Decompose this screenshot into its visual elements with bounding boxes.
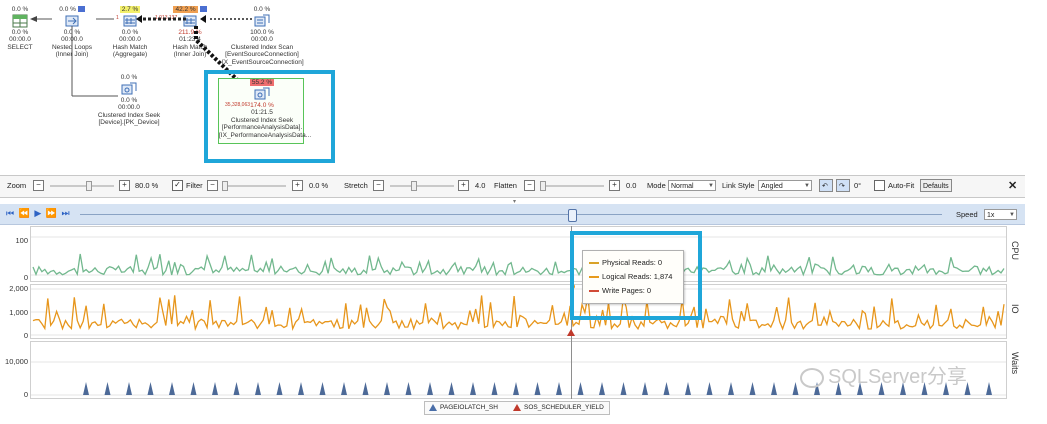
playback-controls: ⏮ ⏪ ▶ ⏩ ⏭	[6, 208, 71, 219]
flatten-slider-thumb[interactable]	[540, 181, 546, 191]
cpu-tick-0: 0	[23, 273, 28, 282]
zoom-label: Zoom	[7, 181, 27, 190]
mode-label: Mode	[647, 181, 666, 190]
write-pages-marker	[567, 329, 575, 336]
filter-minus-button[interactable]: −	[207, 180, 218, 191]
speed-select[interactable]: 1x ▼	[984, 209, 1017, 220]
waits-tick-0: 0	[23, 390, 28, 399]
flatten-value: 0.0	[626, 181, 637, 190]
filter-plus-button[interactable]: +	[292, 180, 303, 191]
mode-select-value: Normal	[671, 183, 694, 190]
zoom-slider-thumb[interactable]	[86, 181, 92, 191]
flatten-label: Flatten	[494, 181, 517, 190]
zoom-slider[interactable]	[50, 185, 114, 187]
cpu-chart-svg	[31, 236, 1006, 277]
zoom-value: 80.0 %	[135, 181, 159, 190]
pageiolatch-legend-icon	[429, 404, 437, 411]
zoom-minus-button[interactable]: −	[33, 180, 44, 191]
last-frame-icon[interactable]: ⏭	[62, 208, 71, 218]
stretch-minus-button[interactable]: −	[373, 180, 384, 191]
rotate-right-icon[interactable]: ↷	[836, 179, 850, 192]
speed-label: Speed	[956, 210, 978, 219]
link-style-select[interactable]: Angled ▼	[758, 180, 812, 191]
filter-label: Filter	[186, 181, 203, 190]
io-tick-0: 0	[23, 331, 28, 340]
watermark: SQLServer分享	[800, 360, 967, 389]
io-tick-1000: 1,000	[9, 308, 28, 317]
stretch-value: 4.0	[475, 181, 486, 190]
rotate-value: 0°	[854, 181, 862, 190]
stretch-slider[interactable]	[390, 185, 454, 187]
first-frame-icon[interactable]: ⏮	[6, 208, 15, 218]
sos-yield-legend-icon	[513, 404, 521, 411]
io-chart[interactable]	[30, 284, 1007, 339]
play-icon[interactable]: ▶	[34, 208, 42, 218]
cpu-tick-100: 100	[15, 236, 28, 245]
link-style-select-value: Angled	[761, 183, 783, 190]
stretch-slider-thumb[interactable]	[411, 181, 417, 191]
mode-select[interactable]: Normal ▼	[668, 180, 716, 191]
waits-legend: PAGEIOLATCH_SH SOS_SCHEDULER_YIELD	[424, 401, 610, 415]
highlight-box-plan	[204, 70, 335, 163]
rotate-left-icon[interactable]: ↶	[819, 179, 833, 192]
step-forward-icon[interactable]: ⏩	[46, 208, 58, 218]
link-style-label: Link Style	[722, 181, 755, 190]
highlight-box-tooltip	[570, 231, 702, 320]
io-chart-svg	[31, 288, 1006, 336]
defaults-button[interactable]: Defaults	[920, 179, 952, 192]
zoom-plus-button[interactable]: +	[119, 180, 130, 191]
filter-value: 0.0 %	[309, 181, 329, 190]
flatten-plus-button[interactable]: +	[609, 180, 620, 191]
autofit-checkbox[interactable]	[874, 180, 885, 191]
cpu-axis-label: CPU	[1010, 241, 1020, 261]
chevron-down-icon: ▼	[708, 183, 714, 189]
plan-toolbar: Zoom − + 80.0 % ✓ Filter − + 0.0 % Stret…	[0, 175, 1025, 198]
io-tick-2000: 2,000	[9, 284, 28, 293]
timeline-track[interactable]	[80, 214, 942, 215]
step-back-icon[interactable]: ⏪	[19, 208, 31, 218]
cpu-chart[interactable]	[30, 226, 1007, 282]
legend-sos-scheduler-yield: SOS_SCHEDULER_YIELD	[524, 404, 604, 411]
io-axis-label: IO	[1010, 304, 1020, 314]
timeline-thumb[interactable]	[568, 209, 577, 222]
chevron-down-icon: ▼	[1009, 212, 1015, 218]
filter-slider[interactable]	[222, 185, 286, 187]
wechat-icon	[800, 367, 824, 388]
stretch-label: Stretch	[344, 181, 368, 190]
stretch-plus-button[interactable]: +	[458, 180, 469, 191]
waits-tick-10000: 10,000	[5, 357, 28, 366]
flatten-slider[interactable]	[540, 185, 604, 187]
autofit-label: Auto-Fit	[888, 181, 915, 190]
flatten-minus-button[interactable]: −	[524, 180, 535, 191]
speed-select-value: 1x	[987, 212, 995, 219]
filter-checkbox[interactable]: ✓	[172, 180, 183, 191]
waits-axis-label: Waits	[1010, 352, 1020, 375]
playback-bar: ⏮ ⏪ ▶ ⏩ ⏭ Speed 1x ▼	[0, 204, 1025, 225]
legend-pageiolatch: PAGEIOLATCH_SH	[440, 404, 498, 411]
close-icon[interactable]: ✕	[1008, 179, 1017, 192]
chevron-down-icon: ▼	[804, 183, 810, 189]
filter-slider-thumb[interactable]	[222, 181, 228, 191]
watermark-text: SQLServer分享	[828, 366, 967, 388]
